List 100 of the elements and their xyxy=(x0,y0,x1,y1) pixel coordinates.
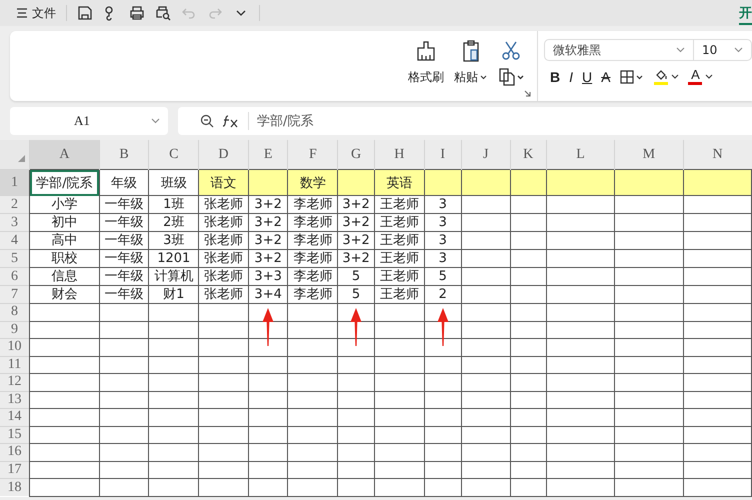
table-cell xyxy=(424,444,462,461)
table-cell: 3+2 xyxy=(338,250,374,268)
table-cell: 3+2 xyxy=(338,214,374,232)
print-icon[interactable] xyxy=(129,5,145,21)
name-box[interactable]: A1 xyxy=(10,107,168,135)
table-cell xyxy=(510,338,546,356)
caret-icon[interactable] xyxy=(705,74,714,80)
table-cell xyxy=(248,444,288,461)
table-cell xyxy=(374,391,424,408)
column-header[interactable]: M xyxy=(614,140,684,170)
column-header[interactable]: B xyxy=(99,140,149,170)
row-header[interactable]: 2 xyxy=(0,196,30,214)
table-cell: 王老师 xyxy=(374,268,424,286)
format-painter-label[interactable]: 格式刷 xyxy=(408,69,444,86)
font-dropdown[interactable]: 微软雅黑 xyxy=(544,39,694,61)
italic-button[interactable]: I xyxy=(569,69,574,85)
column-header[interactable]: A xyxy=(30,140,100,170)
row-header[interactable]: 11 xyxy=(0,356,30,374)
table-cell: 一年级 xyxy=(99,214,149,232)
caret-icon[interactable] xyxy=(671,74,680,80)
table-cell xyxy=(546,391,615,408)
table-cell xyxy=(288,444,338,461)
formula-field[interactable]: 学部/院系 xyxy=(178,107,752,135)
row-header[interactable]: 13 xyxy=(0,391,30,408)
fill-color-swatch[interactable] xyxy=(654,82,668,84)
table-cell xyxy=(510,426,546,444)
function-icon[interactable] xyxy=(222,114,240,128)
row-header[interactable]: 9 xyxy=(0,321,30,338)
table-cell xyxy=(546,444,615,461)
column-header[interactable]: H xyxy=(374,140,424,170)
font-size-dropdown[interactable]: 10 xyxy=(694,39,752,61)
column-header[interactable]: K xyxy=(510,140,546,170)
column-header[interactable]: N xyxy=(683,140,752,170)
row-header[interactable]: 14 xyxy=(0,408,30,426)
save-icon[interactable] xyxy=(77,5,93,21)
print-preview-icon[interactable] xyxy=(155,5,171,21)
paste-label[interactable]: 粘贴 xyxy=(454,69,487,86)
table-cell: 3+2 xyxy=(338,232,374,250)
column-header[interactable]: E xyxy=(248,140,288,170)
zoom-icon[interactable] xyxy=(200,114,214,128)
table-cell xyxy=(683,214,752,232)
column-header[interactable]: G xyxy=(338,140,374,170)
table-cell: 5 xyxy=(424,268,462,286)
table-cell: 一年级 xyxy=(99,232,149,250)
menu-icon[interactable] xyxy=(16,7,28,19)
table-cell: 信息 xyxy=(30,268,100,286)
column-header[interactable]: D xyxy=(198,140,248,170)
table-cell xyxy=(248,408,288,426)
row-header[interactable]: 1 xyxy=(0,170,30,196)
table-cell xyxy=(546,214,615,232)
table-cell xyxy=(99,374,149,391)
row-header[interactable]: 12 xyxy=(0,374,30,391)
table-cell xyxy=(30,426,100,444)
column-header[interactable]: I xyxy=(424,140,462,170)
table-cell xyxy=(510,444,546,461)
borders-icon[interactable] xyxy=(619,69,646,85)
table-cell xyxy=(614,338,684,356)
table-cell xyxy=(546,356,615,374)
table-cell xyxy=(198,391,248,408)
fill-bucket-icon[interactable] xyxy=(654,70,668,80)
table-cell xyxy=(461,232,510,250)
row-header[interactable]: 5 xyxy=(0,250,30,268)
bold-button[interactable]: B xyxy=(550,69,560,85)
column-header[interactable]: C xyxy=(148,140,199,170)
table-cell xyxy=(510,374,546,391)
file-menu[interactable]: 文件 xyxy=(32,4,56,22)
row-header[interactable]: 6 xyxy=(0,268,30,286)
table-cell xyxy=(338,338,374,356)
column-header[interactable]: F xyxy=(288,140,338,170)
table-cell xyxy=(546,268,615,286)
row-header[interactable]: 7 xyxy=(0,286,30,304)
strikethrough-button[interactable]: A xyxy=(601,69,610,85)
row-header[interactable]: 15 xyxy=(0,426,30,444)
row-header[interactable]: 4 xyxy=(0,232,30,250)
table-cell xyxy=(374,478,424,496)
table-cell xyxy=(198,444,248,461)
copy-icon[interactable] xyxy=(497,67,525,87)
ribbon-tab[interactable]: 开 xyxy=(739,2,752,24)
table-cell xyxy=(614,478,684,496)
table-cell xyxy=(198,478,248,496)
underline-button[interactable]: U xyxy=(582,69,592,85)
font-color-swatch[interactable] xyxy=(688,82,702,85)
font-color-button[interactable]: A xyxy=(691,69,700,81)
column-header[interactable]: L xyxy=(546,140,615,170)
row-header[interactable]: 8 xyxy=(0,304,30,321)
table-cell: 张老师 xyxy=(198,214,248,232)
row-header[interactable]: 10 xyxy=(0,338,30,356)
row-header[interactable]: 18 xyxy=(0,478,30,496)
column-header[interactable]: J xyxy=(461,140,510,170)
table-cell xyxy=(614,356,684,374)
caret-icon[interactable] xyxy=(480,75,487,80)
table-cell xyxy=(374,461,424,478)
table-cell xyxy=(338,374,374,391)
dialog-launcher-icon[interactable] xyxy=(524,90,531,97)
scissors-icon[interactable] xyxy=(500,39,522,61)
row-header[interactable]: 3 xyxy=(0,214,30,232)
row-header[interactable]: 17 xyxy=(0,461,30,478)
table-cell xyxy=(99,321,149,338)
row-header[interactable]: 16 xyxy=(0,444,30,461)
table-cell xyxy=(510,391,546,408)
